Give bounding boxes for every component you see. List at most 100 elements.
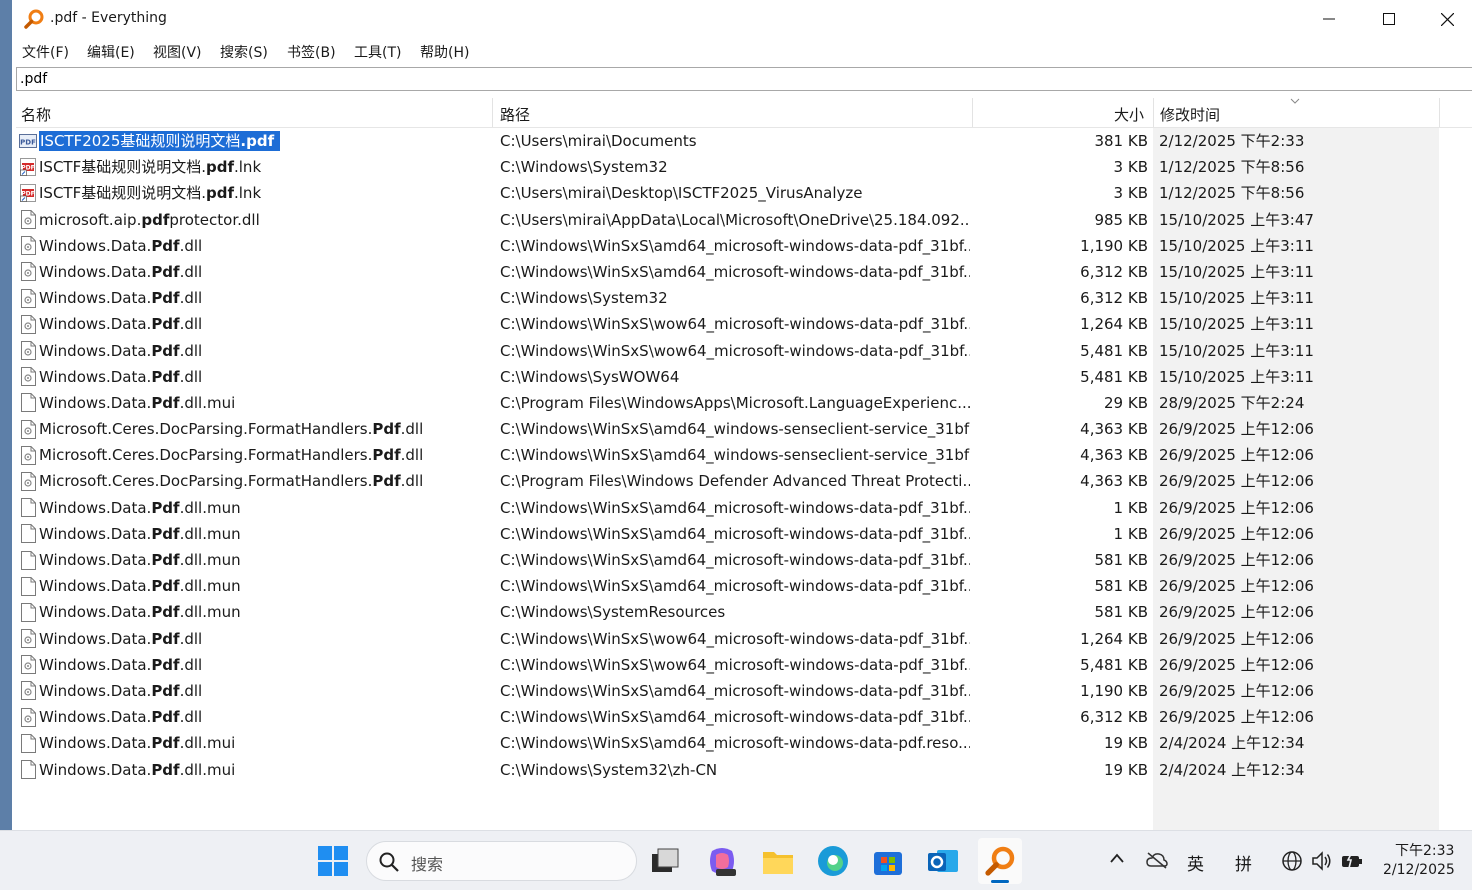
result-row[interactable]: Windows.Data.Pdf.dll.mun C:\Windows\WinSx… xyxy=(16,547,1472,573)
result-row[interactable]: Microsoft.Ceres.DocParsing.FormatHandler… xyxy=(16,442,1472,468)
column-header: 名称 路径 大小 修改时间 xyxy=(16,98,1472,128)
magnifier-icon xyxy=(985,846,1015,876)
dll-file-icon xyxy=(19,285,37,311)
result-row[interactable]: Windows.Data.Pdf.dll C:\Windows\WinSxS\wo… xyxy=(16,311,1472,337)
clock-time[interactable]: 下午2:33 xyxy=(1395,840,1454,860)
file-icon xyxy=(19,573,37,599)
file-path: C:\Program Files\WindowsApps\Microsoft.L… xyxy=(500,393,970,412)
copilot-icon xyxy=(710,848,736,876)
file-name: microsoft.aip.pdfprotector.dll xyxy=(39,207,499,233)
menu-view[interactable]: 视图(V) xyxy=(153,42,202,62)
header-path[interactable]: 路径 xyxy=(500,104,530,125)
header-name[interactable]: 名称 xyxy=(21,104,51,125)
file-size: 581 KB xyxy=(1094,551,1148,569)
name-prefix: Windows.Data. xyxy=(39,551,152,569)
file-size: 4,363 KB xyxy=(1080,420,1148,439)
start-button[interactable] xyxy=(314,842,352,880)
name-prefix: Windows.Data. xyxy=(39,236,152,255)
result-row[interactable]: microsoft.aip.pdfprotector.dll C:\Users\m… xyxy=(16,207,1472,233)
file-size: 4,363 KB xyxy=(1080,446,1148,465)
name-prefix: microsoft.aip. xyxy=(39,210,142,229)
result-row[interactable]: Windows.Data.Pdf.dll C:\Windows\WinSxS\wo… xyxy=(16,652,1472,678)
name-suffix: .dll.mun xyxy=(179,551,241,569)
network-globe-icon[interactable] xyxy=(1281,850,1303,872)
file-icon xyxy=(19,757,37,783)
result-row[interactable]: Windows.Data.Pdf.dll C:\Windows\WinSxS\am… xyxy=(16,233,1472,259)
input-language-indicator[interactable]: 英 xyxy=(1187,850,1204,875)
result-row[interactable]: Microsoft.Ceres.DocParsing.FormatHandler… xyxy=(16,468,1472,494)
column-divider[interactable] xyxy=(972,98,973,127)
file-icon xyxy=(19,547,37,573)
result-row[interactable]: Windows.Data.Pdf.dll C:\Windows\WinSxS\am… xyxy=(16,259,1472,285)
result-row[interactable]: Windows.Data.Pdf.dll.mun C:\Windows\WinSx… xyxy=(16,495,1472,521)
result-row[interactable]: Windows.Data.Pdf.dll C:\Windows\WinSxS\wo… xyxy=(16,626,1472,652)
result-row[interactable]: Windows.Data.Pdf.dll.mui C:\Windows\Syste… xyxy=(16,757,1472,783)
outlook-button[interactable] xyxy=(924,842,962,880)
everything-taskbar-button[interactable] xyxy=(978,838,1022,884)
file-path: C:\Windows\WinSxS\wow64_microsoft-window… xyxy=(500,341,970,360)
result-row[interactable]: Microsoft.Ceres.DocParsing.FormatHandler… xyxy=(16,416,1472,442)
edge-button[interactable] xyxy=(814,842,852,880)
file-path: C:\Windows\WinSxS\amd64_microsoft-window… xyxy=(500,498,970,517)
result-row[interactable]: PDF ISCTF基础规则说明文档.pdf.lnk C:\Users\mirai\D… xyxy=(16,180,1472,206)
name-suffix: .dll.mun xyxy=(179,498,241,517)
copilot-m365-button[interactable] xyxy=(703,842,741,880)
result-row[interactable]: Windows.Data.Pdf.dll.mun C:\Windows\Syste… xyxy=(16,599,1472,625)
menu-help[interactable]: 帮助(H) xyxy=(420,42,469,62)
menu-file[interactable]: 文件(F) xyxy=(22,42,69,62)
result-row[interactable]: Windows.Data.Pdf.dll.mui C:\Windows\WinSx… xyxy=(16,730,1472,756)
result-row[interactable]: Windows.Data.Pdf.dll.mun C:\Windows\WinSx… xyxy=(16,573,1472,599)
result-row[interactable]: Windows.Data.Pdf.dll C:\Windows\SysWOW64 5… xyxy=(16,364,1472,390)
store-button[interactable] xyxy=(869,842,907,880)
column-divider[interactable] xyxy=(1153,98,1154,127)
result-row[interactable]: Windows.Data.Pdf.dll.mun C:\Windows\WinSx… xyxy=(16,521,1472,547)
file-explorer-button[interactable] xyxy=(759,842,797,880)
column-divider[interactable] xyxy=(1439,98,1440,127)
result-row[interactable]: Windows.Data.Pdf.dll.mui C:\Program Files… xyxy=(16,390,1472,416)
file-path: C:\Windows\WinSxS\amd64_microsoft-window… xyxy=(500,551,970,569)
everything-window: .pdf - Everything 文件(F) 编辑(E) 视图(V) 搜索(S… xyxy=(12,0,1472,830)
name-prefix: Windows.Data. xyxy=(39,681,152,700)
result-row[interactable]: PDF ISCTF基础规则说明文档.pdf.lnk C:\Windows\Syste… xyxy=(16,154,1472,180)
search-input[interactable] xyxy=(16,67,1472,91)
column-divider[interactable] xyxy=(492,98,493,127)
volume-icon[interactable] xyxy=(1311,851,1333,871)
maximize-button[interactable] xyxy=(1360,0,1418,38)
title-bar[interactable]: .pdf - Everything xyxy=(12,0,1472,38)
taskbar-search-box[interactable]: 搜索 xyxy=(366,841,637,881)
file-modified: 15/10/2025 上午3:11 xyxy=(1159,289,1314,308)
menu-edit[interactable]: 编辑(E) xyxy=(87,42,135,62)
menu-bookmarks[interactable]: 书签(B) xyxy=(287,42,336,62)
file-name: ISCTF2025基础规则说明文档.pdf xyxy=(39,128,499,154)
task-view-button[interactable] xyxy=(646,842,684,880)
header-modified[interactable]: 修改时间 xyxy=(1160,104,1220,125)
minimize-button[interactable] xyxy=(1300,0,1358,38)
name-match: Pdf xyxy=(151,655,180,674)
file-size: 1,264 KB xyxy=(1080,315,1148,334)
dll-file-icon xyxy=(19,207,37,233)
chevron-up-icon[interactable] xyxy=(1110,853,1124,863)
name-suffix: .dll.mui xyxy=(179,393,236,412)
results-list[interactable]: 名称 路径 大小 修改时间 PDF ISCTF2025基础规则说明文档.pdf C:… xyxy=(16,98,1472,830)
header-size[interactable]: 大小 xyxy=(1114,104,1144,125)
name-match: pdf xyxy=(205,158,234,177)
dll-file-icon xyxy=(19,416,37,442)
cloud-offline-icon[interactable] xyxy=(1146,851,1168,869)
result-row[interactable]: Windows.Data.Pdf.dll C:\Windows\WinSxS\wo… xyxy=(16,338,1472,364)
close-button[interactable] xyxy=(1418,0,1472,38)
menu-search[interactable]: 搜索(S) xyxy=(220,42,268,62)
ime-mode-indicator[interactable]: 拼 xyxy=(1235,850,1252,875)
result-row[interactable]: PDF ISCTF2025基础规则说明文档.pdf C:\Users\mirai\D… xyxy=(16,128,1472,154)
result-row[interactable]: Windows.Data.Pdf.dll C:\Windows\WinSxS\am… xyxy=(16,678,1472,704)
menu-tools[interactable]: 工具(T) xyxy=(354,42,401,62)
battery-charging-icon[interactable] xyxy=(1341,851,1363,869)
file-path: C:\Windows\WinSxS\wow64_microsoft-window… xyxy=(500,315,970,334)
file-modified: 15/10/2025 上午3:11 xyxy=(1159,367,1314,386)
dll-file-icon xyxy=(19,704,37,730)
result-row[interactable]: Windows.Data.Pdf.dll C:\Windows\System32 6… xyxy=(16,285,1472,311)
result-row[interactable]: Windows.Data.Pdf.dll C:\Windows\WinSxS\am… xyxy=(16,704,1472,730)
name-suffix: .dll xyxy=(179,681,203,700)
file-modified: 15/10/2025 上午3:11 xyxy=(1159,341,1314,360)
name-match: Pdf xyxy=(151,577,180,596)
clock-date[interactable]: 2/12/2025 xyxy=(1383,862,1455,878)
